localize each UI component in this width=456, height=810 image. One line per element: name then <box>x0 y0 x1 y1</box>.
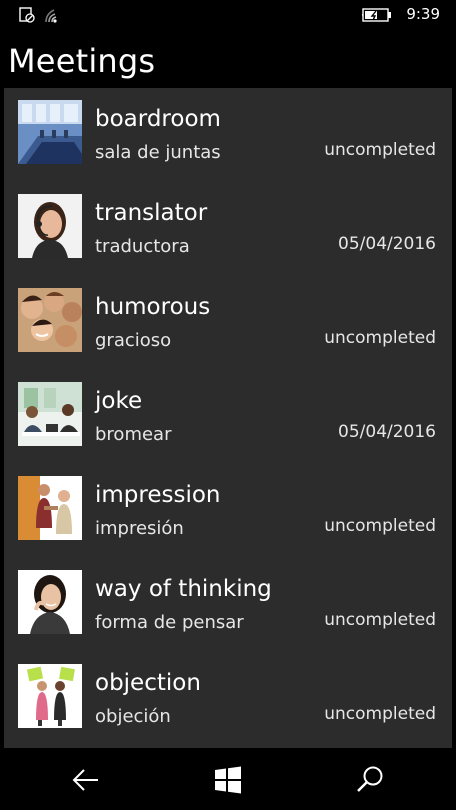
item-status: uncompleted <box>324 610 436 630</box>
item-title: joke <box>95 388 143 414</box>
item-subtitle: objeción <box>95 706 171 727</box>
item-subtitle: forma de pensar <box>95 612 244 633</box>
list-item-way-of-thinking[interactable]: way of thinking forma de pensar uncomple… <box>4 558 452 651</box>
item-status: uncompleted <box>324 516 436 536</box>
item-status: uncompleted <box>324 328 436 348</box>
item-title: boardroom <box>95 106 221 132</box>
list-item-boardroom[interactable]: boardroom sala de juntas uncompleted <box>4 88 452 181</box>
item-status: 05/04/2016 <box>338 234 436 254</box>
item-status: uncompleted <box>324 704 436 724</box>
way-of-thinking-photo <box>18 570 82 634</box>
list-item-translator[interactable]: translator traductora 05/04/2016 <box>4 182 452 275</box>
item-subtitle: bromear <box>95 424 172 445</box>
list-item-impression[interactable]: impression impresión uncompleted <box>4 464 452 557</box>
item-subtitle: impresión <box>95 518 184 539</box>
back-arrow-icon[interactable] <box>70 764 102 796</box>
joke-photo <box>18 382 82 446</box>
list-item-objection[interactable]: objection objeción uncompleted <box>4 652 452 745</box>
item-title: way of thinking <box>95 576 272 602</box>
item-title: translator <box>95 200 208 226</box>
item-status: uncompleted <box>324 140 436 160</box>
list-item-humorous[interactable]: humorous gracioso uncompleted <box>4 276 452 369</box>
item-title: impression <box>95 482 221 508</box>
item-title: objection <box>95 670 201 696</box>
item-status: 05/04/2016 <box>338 422 436 442</box>
objection-photo <box>18 664 82 728</box>
wifi-icon <box>45 9 57 23</box>
item-title: humorous <box>95 294 211 320</box>
battery-charging-icon <box>362 8 391 22</box>
list-item-joke[interactable]: joke bromear 05/04/2016 <box>4 370 452 463</box>
item-subtitle: gracioso <box>95 330 172 351</box>
notification-icon <box>19 7 35 23</box>
item-subtitle: sala de juntas <box>95 142 221 163</box>
windows-start-icon[interactable] <box>212 764 244 796</box>
navigation-bar <box>0 750 456 810</box>
impression-photo <box>18 476 82 540</box>
search-icon[interactable] <box>354 764 386 796</box>
clock: 9:39 <box>406 5 440 23</box>
boardroom-photo <box>18 100 82 164</box>
item-subtitle: traductora <box>95 236 190 257</box>
status-bar: 9:39 <box>0 0 456 32</box>
meetings-list: boardroom sala de juntas uncompleted tra… <box>4 88 452 748</box>
page-title: Meetings <box>8 42 156 80</box>
humorous-photo <box>18 288 82 352</box>
translator-photo <box>18 194 82 258</box>
